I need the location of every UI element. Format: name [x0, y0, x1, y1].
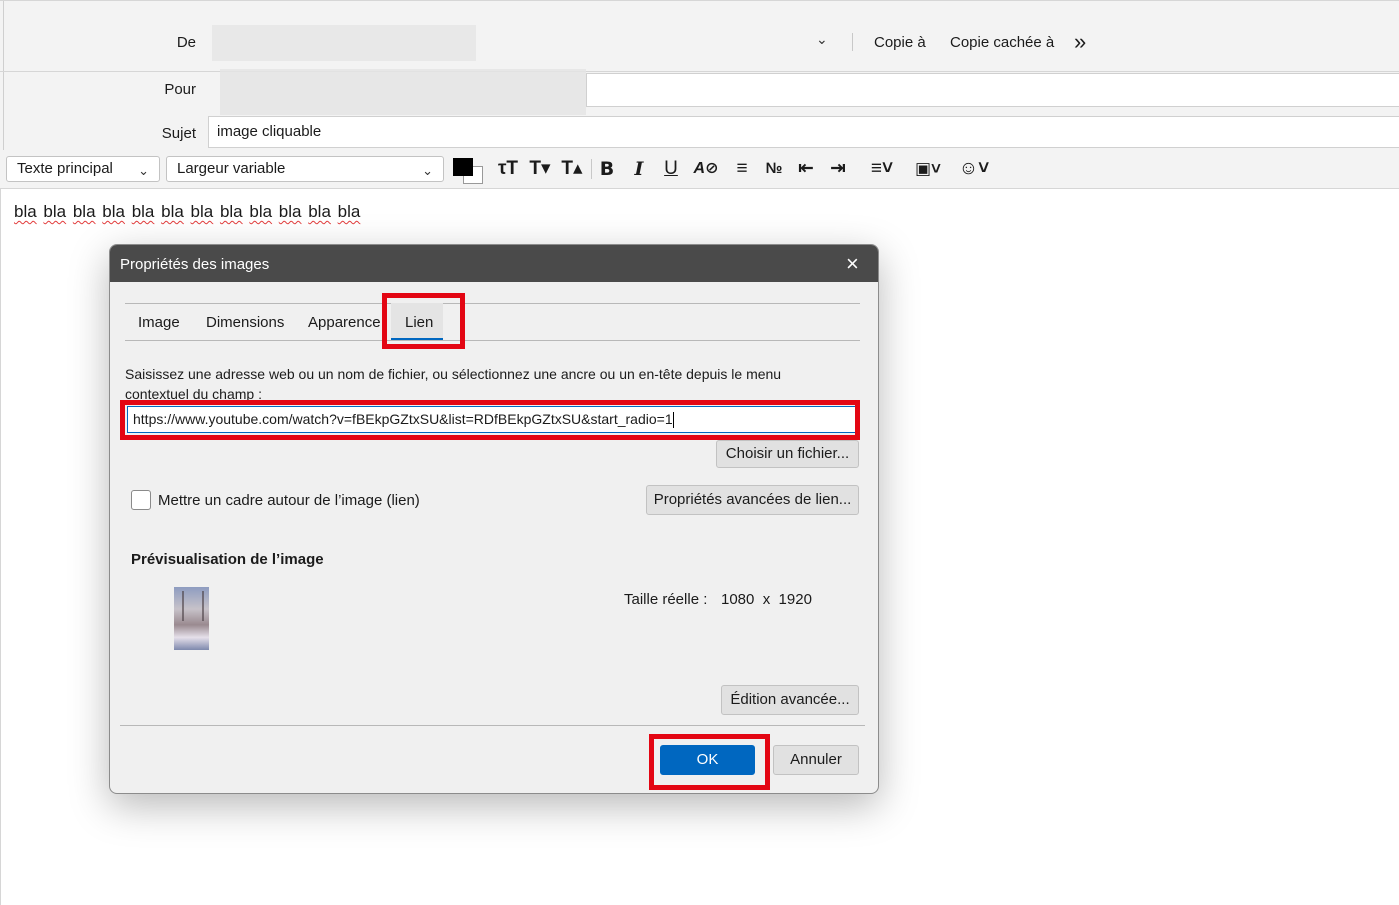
advanced-edit-button[interactable]: Édition avancée... — [721, 685, 859, 715]
body-word: bla — [14, 202, 37, 221]
font-select[interactable]: Largeur variable ⌄ — [166, 156, 444, 182]
align-icon[interactable]: ≡˅ — [862, 155, 902, 183]
image-properties-dialog: Propriétés des images × Image Dimensions… — [109, 244, 879, 794]
body-word: bla — [308, 202, 331, 221]
subject-label: Sujet — [161, 125, 196, 142]
body-word: bla — [219, 202, 243, 221]
image-preview-thumbnail — [174, 587, 209, 650]
chevron-down-icon: ⌄ — [422, 163, 433, 178]
separator — [591, 159, 592, 179]
from-value-redacted[interactable] — [212, 25, 476, 61]
body-word: bla — [337, 202, 361, 221]
border-checkbox[interactable] — [131, 490, 151, 510]
chevron-down-icon: ⌄ — [138, 163, 149, 178]
tab-image[interactable]: Image — [138, 314, 180, 331]
underline-icon[interactable]: U — [657, 155, 685, 183]
highlight-ok-button — [649, 734, 770, 790]
italic-icon[interactable]: I — [625, 155, 653, 183]
text-smaller-icon[interactable]: τT — [494, 155, 522, 183]
body-word: bla — [190, 202, 214, 221]
body-word: bla — [43, 202, 67, 221]
to-value-redacted[interactable] — [220, 69, 586, 115]
advanced-link-properties-button[interactable]: Propriétés avancées de lien... — [646, 485, 859, 515]
to-input[interactable] — [586, 73, 1399, 107]
url-instruction: Saisissez une adresse web ou un nom de f… — [125, 364, 781, 404]
real-size-value: 1080 x 1920 — [721, 591, 812, 608]
compose-header: De ⌄ Copie à Copie cachée à » Pour Sujet… — [0, 0, 1399, 151]
message-body[interactable]: bla bla bla bla bla bla bla bla bla bla … — [14, 202, 360, 222]
real-size-label: Taille réelle : — [624, 591, 708, 608]
preview-heading: Prévisualisation de l’image — [131, 551, 324, 568]
tabs-top-line — [125, 303, 860, 304]
dialog-title: Propriétés des images — [120, 256, 270, 273]
close-icon[interactable]: × — [846, 251, 859, 277]
border-checkbox-label: Mettre un cadre autour de l’image (lien) — [158, 492, 420, 509]
body-word: bla — [72, 202, 96, 221]
text-color-swatch — [453, 158, 473, 176]
highlight-tab-link — [382, 293, 465, 349]
bold-icon[interactable]: B — [593, 155, 621, 183]
cc-button[interactable]: Copie à — [874, 34, 926, 51]
subject-input[interactable]: image cliquable — [208, 116, 1399, 148]
separator — [0, 71, 1399, 72]
footer-separator — [120, 725, 865, 726]
outdent-icon[interactable]: ⇤ — [792, 155, 820, 183]
insert-image-icon[interactable]: ▣˅ — [908, 155, 948, 183]
body-word: bla — [161, 202, 184, 221]
tab-dimensions[interactable]: Dimensions — [206, 314, 284, 331]
tabs-bottom-line — [125, 340, 860, 341]
url-instruction-line1: Saisissez une adresse web ou un nom de f… — [125, 366, 782, 382]
font-value: Largeur variable — [177, 160, 286, 177]
paragraph-format-select[interactable]: Texte principal ⌄ — [6, 156, 160, 182]
cancel-button[interactable]: Annuler — [773, 745, 859, 775]
highlight-url-input — [120, 400, 860, 440]
bullet-list-icon[interactable]: ≡ — [728, 155, 756, 183]
indent-icon[interactable]: ⇥ — [824, 155, 852, 183]
clear-format-icon[interactable]: A⊘ — [692, 155, 720, 183]
numbered-list-icon[interactable]: № — [760, 155, 788, 183]
body-word: bla — [131, 202, 155, 221]
text-reduce-icon[interactable]: T▾ — [526, 155, 554, 183]
body-word: bla — [278, 202, 302, 221]
left-border — [0, 189, 1, 905]
choose-file-button[interactable]: Choisir un fichier... — [716, 440, 859, 468]
emoji-icon[interactable]: ☺˅ — [954, 155, 994, 183]
tab-appearance[interactable]: Apparence — [308, 314, 381, 331]
separator — [852, 33, 853, 51]
body-word: bla — [102, 202, 125, 221]
chevron-down-icon[interactable]: ⌄ — [816, 31, 828, 48]
paragraph-format-value: Texte principal — [17, 160, 113, 177]
dialog-titlebar: Propriétés des images × — [110, 245, 878, 282]
format-toolbar: Texte principal ⌄ Largeur variable ⌄ τT … — [0, 150, 1399, 189]
double-chevron-right-icon[interactable]: » — [1074, 29, 1086, 55]
body-word: bla — [249, 202, 273, 221]
tree-icon — [182, 591, 204, 621]
from-label: De — [176, 34, 196, 51]
text-larger-icon[interactable]: T▴ — [558, 155, 586, 183]
to-label: Pour — [164, 81, 196, 98]
text-color-picker[interactable] — [453, 158, 483, 184]
left-border — [3, 1, 4, 151]
bcc-button[interactable]: Copie cachée à — [950, 34, 1054, 51]
